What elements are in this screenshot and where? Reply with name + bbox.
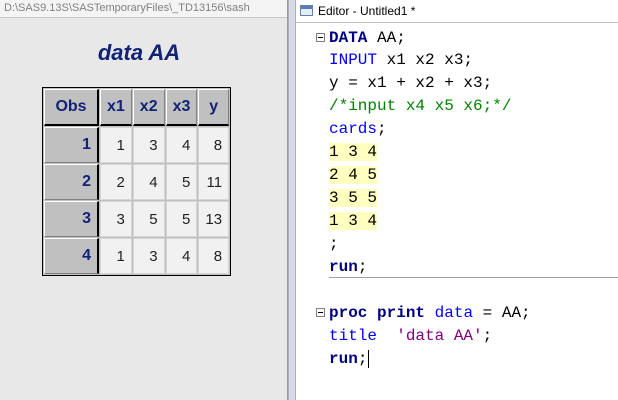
code-line[interactable]: DATA AA; xyxy=(329,27,406,49)
column-header-y: y xyxy=(198,89,230,126)
y-cell: 13 xyxy=(198,201,230,237)
y-cell: 8 xyxy=(198,127,230,163)
x3-cell: 5 xyxy=(165,201,198,237)
editor-title: Editor - Untitled1 * xyxy=(318,4,416,18)
editor-window-icon xyxy=(300,5,313,16)
x1-cell: 1 xyxy=(100,127,132,163)
x1-cell: 1 xyxy=(100,238,132,274)
title-keyword: title xyxy=(329,327,378,345)
run-keyword: run xyxy=(329,258,358,276)
code-line[interactable]: run; xyxy=(329,256,367,278)
assignment-statement: y = x1 + x2 + x3; xyxy=(329,74,493,92)
x1-cell: 2 xyxy=(100,164,132,200)
collapse-toggle-icon[interactable] xyxy=(316,308,325,317)
cards-keyword: cards xyxy=(329,120,378,138)
print-output-table: Obs x1 x2 x3 y 1 1 3 4 8 2 2 4 5 11 3 3 … xyxy=(42,87,232,276)
code-line[interactable]: INPUT x1 x2 x3; xyxy=(329,49,473,71)
table-row: 2 2 4 5 11 xyxy=(44,164,230,200)
title-semicolon: ; xyxy=(482,327,493,345)
run-keyword: run xyxy=(329,350,358,368)
proc-keyword: proc xyxy=(329,304,368,322)
window-splitter[interactable] xyxy=(288,0,296,400)
table-header-row: Obs x1 x2 x3 y xyxy=(44,89,230,126)
results-viewer-window: D:\SAS9.13S\SASTemporaryFiles\_TD13156\s… xyxy=(0,0,288,400)
x3-cell: 5 xyxy=(165,164,198,200)
code-line[interactable]: 2 4 5 xyxy=(329,164,378,186)
code-line[interactable]: ; xyxy=(329,233,339,255)
report-title: data AA xyxy=(97,40,181,65)
editor-titlebar[interactable]: Editor - Untitled1 * xyxy=(296,0,618,23)
run-semicolon: ; xyxy=(357,258,368,276)
code-line[interactable]: 1 3 4 xyxy=(329,210,378,232)
title-string: 'data AA' xyxy=(396,327,483,345)
dataline: 1 3 4 xyxy=(329,143,378,161)
x1-cell: 3 xyxy=(100,201,132,237)
data-keyword: DATA xyxy=(329,29,368,47)
input-variables: x1 x2 x3; xyxy=(377,51,474,69)
code-line[interactable]: 1 3 4 xyxy=(329,141,378,163)
y-cell: 11 xyxy=(198,164,230,200)
x2-cell: 3 xyxy=(132,127,165,163)
column-header-x2: x2 xyxy=(132,89,165,126)
code-comment: /*input x4 x5 x6;*/ xyxy=(329,97,512,115)
dataset-name: AA; xyxy=(367,29,406,47)
results-window-titlebar[interactable]: D:\SAS9.13S\SASTemporaryFiles\_TD13156\s… xyxy=(0,0,287,18)
x2-cell: 5 xyxy=(132,201,165,237)
column-header-obs: Obs xyxy=(44,89,99,126)
obs-cell: 2 xyxy=(44,164,99,200)
code-line[interactable]: 3 5 5 xyxy=(329,187,378,209)
column-header-x3: x3 xyxy=(165,89,198,126)
text-cursor xyxy=(368,349,370,368)
datalines-terminator: ; xyxy=(329,235,339,253)
dataline: 2 4 5 xyxy=(329,166,378,184)
code-line[interactable]: run; xyxy=(329,348,370,370)
table-row: 3 3 5 5 13 xyxy=(44,201,230,237)
cards-semicolon: ; xyxy=(377,120,387,138)
table-row: 4 1 3 4 8 xyxy=(44,238,230,274)
dataline: 3 5 5 xyxy=(329,189,378,207)
data-option-keyword: data xyxy=(434,304,474,322)
table-row: 1 1 3 4 8 xyxy=(44,127,230,163)
collapse-toggle-icon[interactable] xyxy=(316,33,325,42)
obs-cell: 3 xyxy=(44,201,99,237)
step-separator xyxy=(329,277,618,278)
code-line[interactable]: proc print data = AA; xyxy=(329,302,531,324)
code-line[interactable]: cards; xyxy=(329,118,387,140)
code-line[interactable]: title 'data AA'; xyxy=(329,325,492,347)
y-cell: 8 xyxy=(198,238,230,274)
data-option-value: = AA; xyxy=(473,304,531,322)
input-keyword: INPUT xyxy=(329,51,378,69)
column-header-x1: x1 xyxy=(100,89,132,126)
x2-cell: 3 xyxy=(132,238,165,274)
program-editor-window[interactable]: Editor - Untitled1 * DATA AA; INPUT x1 x… xyxy=(296,0,618,400)
x3-cell: 4 xyxy=(165,127,198,163)
run-semicolon: ; xyxy=(357,350,368,368)
obs-cell: 1 xyxy=(44,127,99,163)
dataline: 1 3 4 xyxy=(329,212,378,230)
print-keyword: print xyxy=(377,304,426,322)
results-window-title: D:\SAS9.13S\SASTemporaryFiles\_TD13156\s… xyxy=(4,2,250,14)
code-line[interactable]: y = x1 + x2 + x3; xyxy=(329,72,492,94)
x2-cell: 4 xyxy=(132,164,165,200)
obs-cell: 4 xyxy=(44,238,99,274)
x3-cell: 4 xyxy=(165,238,198,274)
code-line[interactable]: /*input x4 x5 x6;*/ xyxy=(329,95,511,117)
